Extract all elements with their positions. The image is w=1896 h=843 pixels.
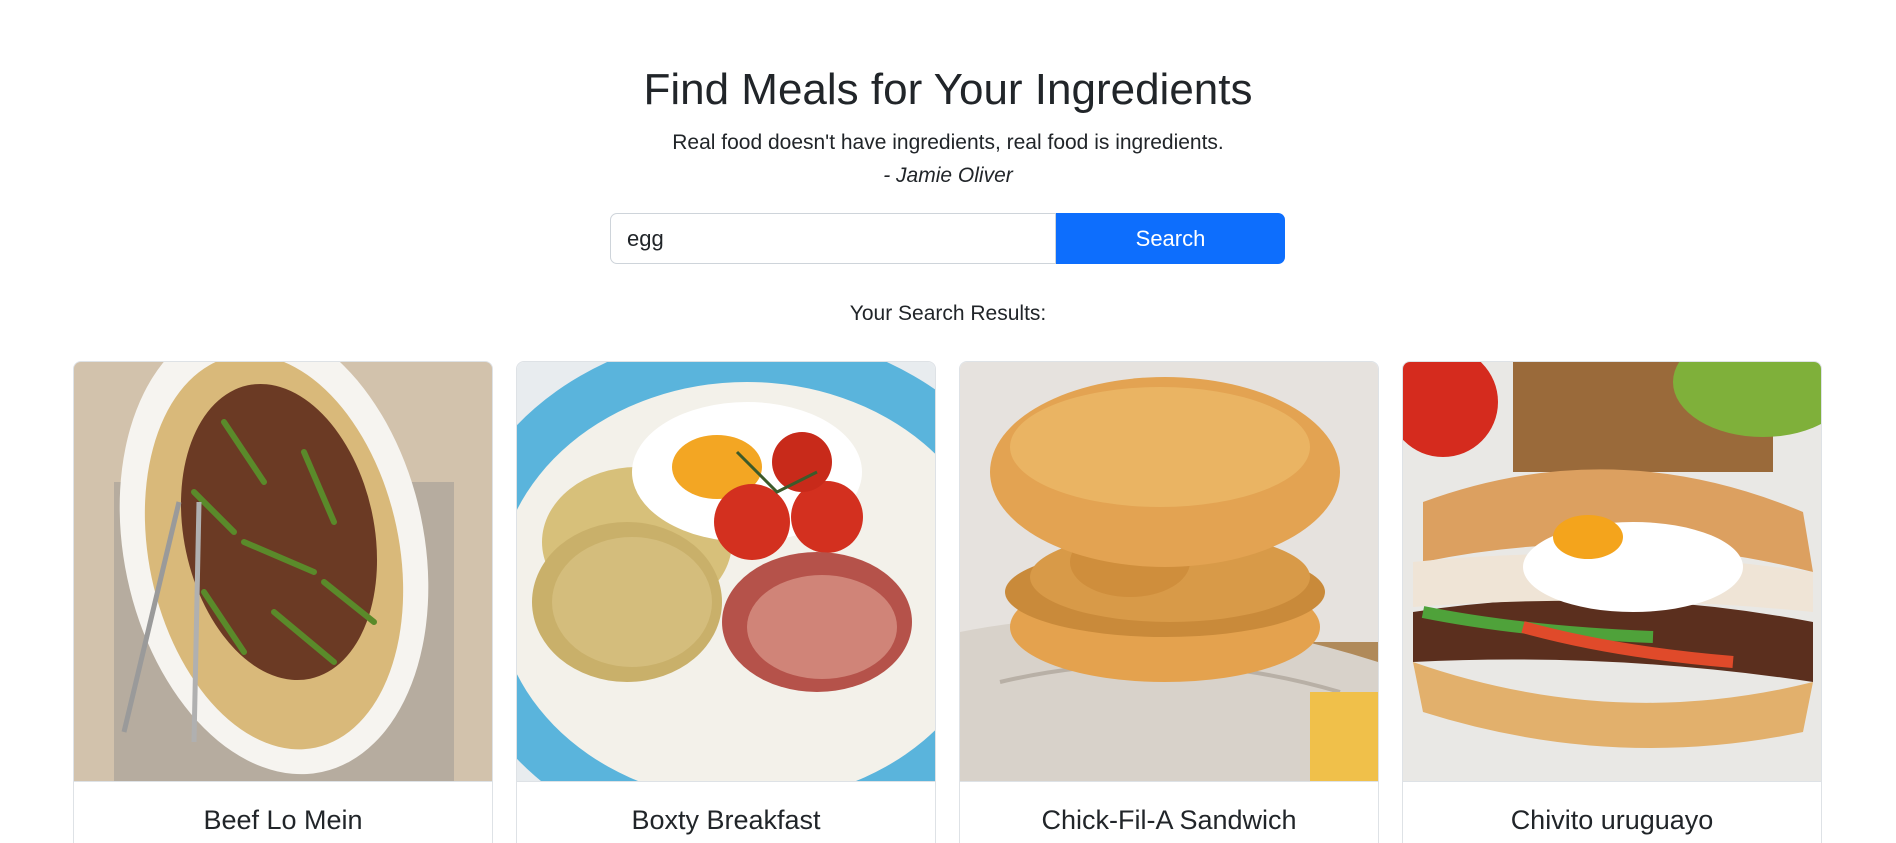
page: Find Meals for Your Ingredients Real foo… bbox=[0, 0, 1896, 843]
meal-card[interactable]: Chick-Fil-A Sandwich bbox=[959, 361, 1379, 843]
page-title: Find Meals for Your Ingredients bbox=[643, 65, 1253, 114]
meal-title[interactable]: Chivito uruguayo bbox=[1403, 802, 1821, 838]
quote-author: - Jamie Oliver bbox=[883, 164, 1013, 187]
meal-title[interactable]: Boxty Breakfast bbox=[517, 802, 935, 838]
meal-card[interactable]: Boxty Breakfast bbox=[516, 361, 936, 843]
search-form: Search bbox=[610, 213, 1285, 264]
meal-image-boxty-breakfast[interactable] bbox=[517, 362, 935, 782]
meal-title[interactable]: Chick-Fil-A Sandwich bbox=[960, 802, 1378, 838]
meal-title[interactable]: Beef Lo Mein bbox=[74, 802, 492, 838]
results-label: Your Search Results: bbox=[849, 302, 1047, 325]
meal-image-chivito-uruguayo[interactable] bbox=[1403, 362, 1821, 782]
meal-image-beef-lo-mein[interactable] bbox=[74, 362, 492, 782]
meal-image-chick-fil-a-sandwich[interactable] bbox=[960, 362, 1378, 782]
search-button[interactable]: Search bbox=[1056, 213, 1285, 264]
meal-card[interactable]: Beef Lo Mein bbox=[73, 361, 493, 843]
search-input[interactable] bbox=[610, 213, 1056, 264]
results-grid: Beef Lo Mein Boxty Breakfast Chick-Fil-A… bbox=[73, 361, 1823, 843]
meal-card[interactable]: Chivito uruguayo bbox=[1402, 361, 1822, 843]
quote-text: Real food doesn't have ingredients, real… bbox=[672, 131, 1224, 154]
